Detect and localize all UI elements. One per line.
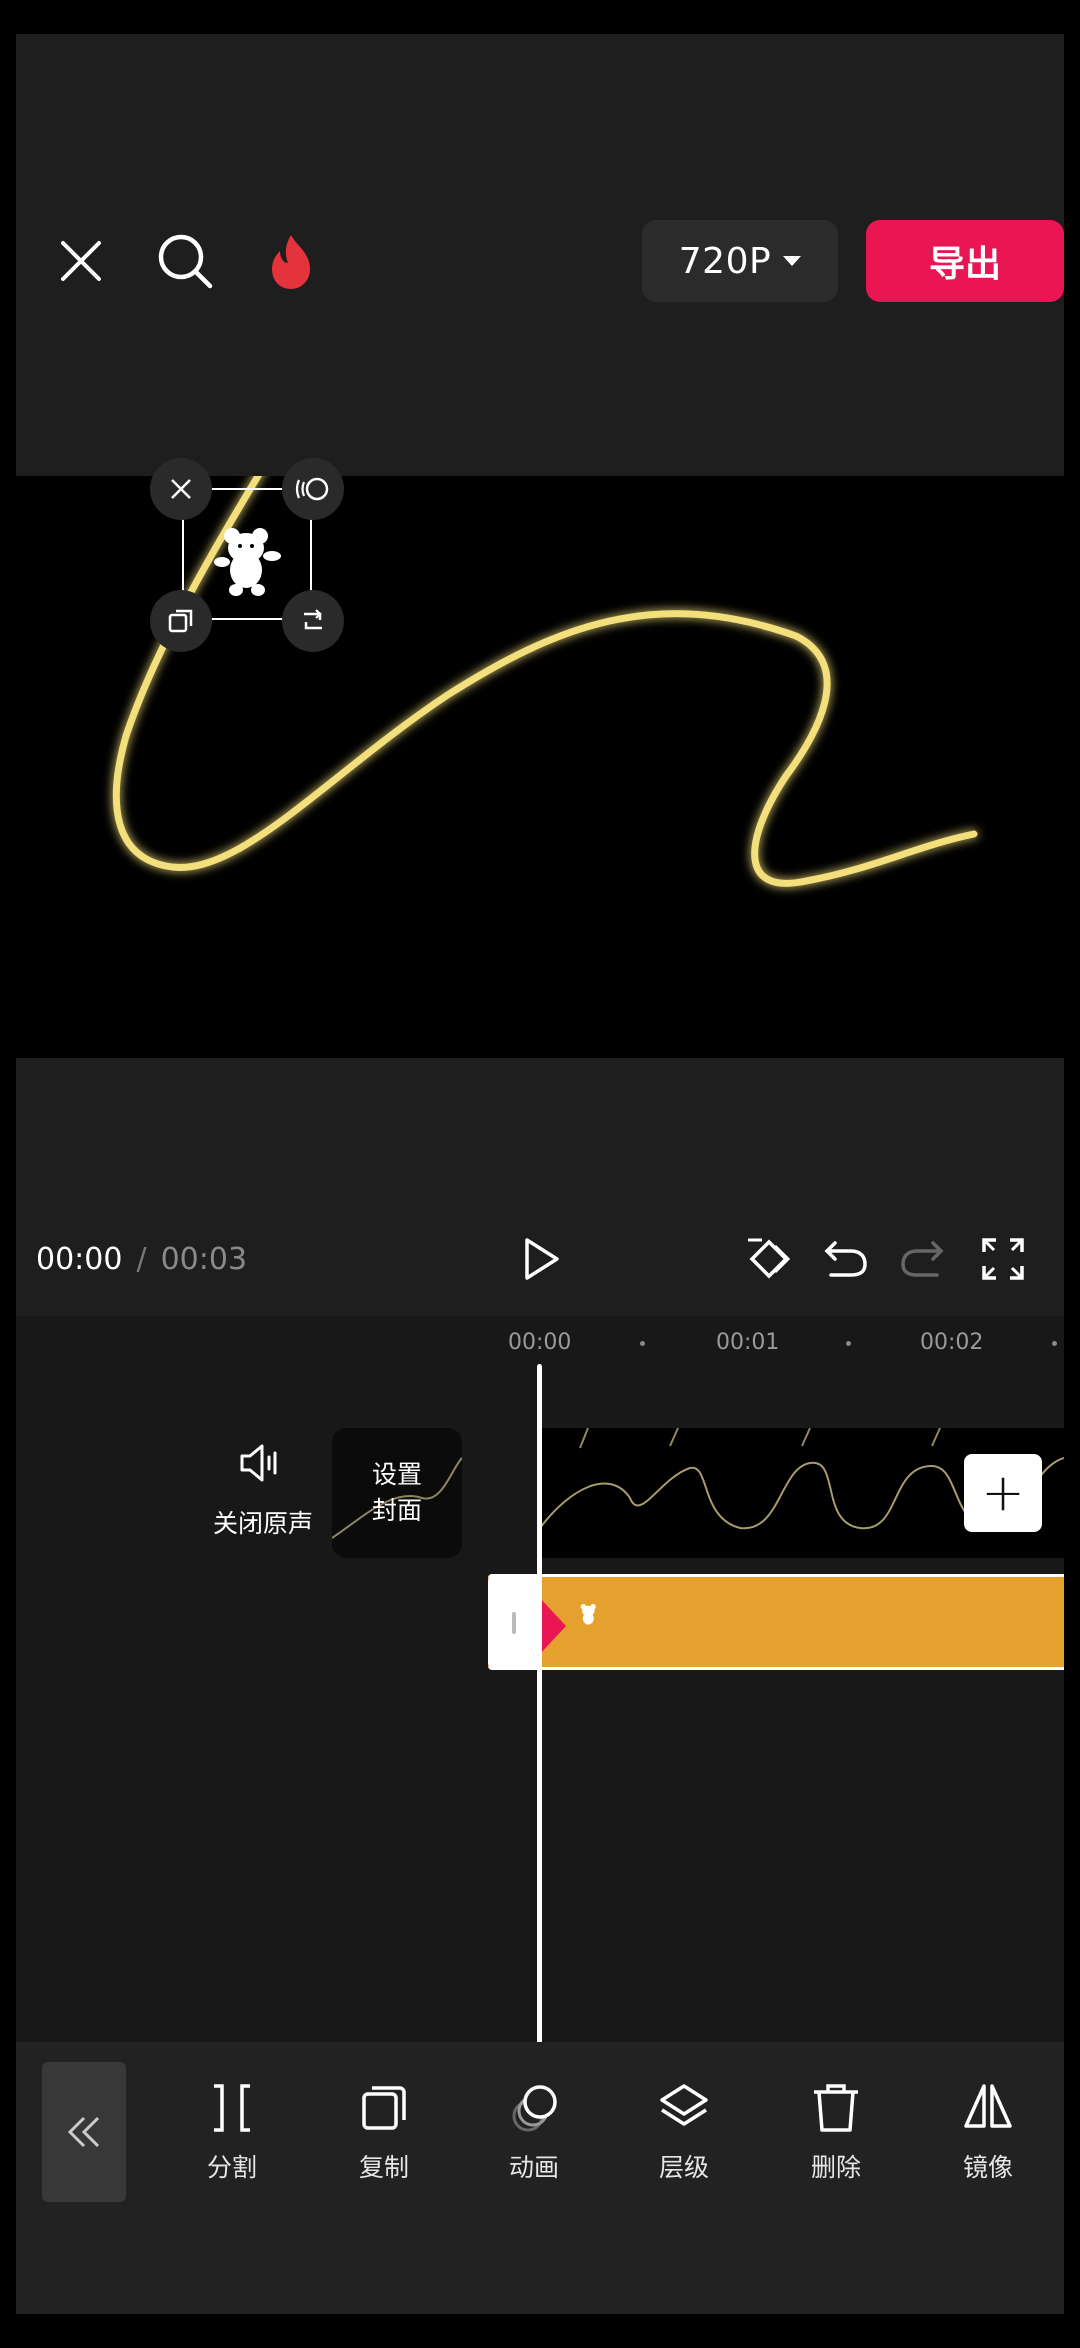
add-clip-button[interactable]: + <box>964 1454 1042 1532</box>
hot-button[interactable] <box>246 216 336 306</box>
time-separator: / <box>136 1242 147 1277</box>
ruler-mark: 00:01 <box>716 1330 780 1355</box>
delete-icon <box>814 2084 858 2132</box>
motion-icon <box>295 477 329 501</box>
ruler-dot <box>640 1341 645 1346</box>
playhead[interactable] <box>537 1364 542 2070</box>
preview-canvas <box>112 462 978 887</box>
sticker-remove-handle[interactable] <box>150 458 212 520</box>
collapse-toolbar-button[interactable] <box>42 2062 126 2202</box>
handle-grip <box>512 1612 516 1634</box>
speaker-icon <box>240 1444 277 1482</box>
video-preview[interactable] <box>16 462 1064 1058</box>
rotate-icon <box>304 609 322 630</box>
ruler-mark: 00:00 <box>508 1330 572 1355</box>
mute-audio-button[interactable] <box>236 1440 286 1490</box>
chevron-down-icon <box>783 256 802 266</box>
resolution-value: 720P <box>678 240 772 282</box>
tool-mirror[interactable]: 镜像 <box>928 2080 1048 2200</box>
track-sticker-thumb <box>576 1602 602 1632</box>
export-label: 导出 <box>928 244 1001 285</box>
tool-animation[interactable]: 动画 <box>474 2080 594 2200</box>
tool-label: 动画 <box>508 2153 559 2182</box>
fullscreen-icon <box>982 1238 1024 1280</box>
total-time: 00:03 <box>160 1242 248 1277</box>
copy-icon <box>168 609 193 633</box>
top-bar: 720P 导出 <box>16 34 1064 474</box>
tool-copy[interactable]: 复制 <box>324 2080 444 2200</box>
split-icon <box>214 2084 250 2132</box>
keyframe-marker[interactable] <box>540 1598 566 1654</box>
cover-label-line1: 设置 <box>371 1460 422 1489</box>
tool-label: 删除 <box>810 2153 861 2182</box>
close-icon <box>171 479 191 499</box>
current-time: 00:00 <box>36 1242 123 1277</box>
close-button[interactable] <box>36 216 126 306</box>
undo-icon <box>824 1241 867 1277</box>
tool-label: 镜像 <box>962 2153 1013 2182</box>
fullscreen-button[interactable] <box>958 1214 1048 1304</box>
play-icon <box>525 1238 559 1280</box>
clip-trim-handle[interactable] <box>488 1574 542 1670</box>
resolution-dropdown[interactable]: 720P <box>642 220 838 302</box>
mute-audio-label[interactable]: 关闭原声 <box>188 1504 338 1540</box>
tool-split[interactable]: 分割 <box>172 2080 292 2200</box>
export-button[interactable]: 导出 <box>866 220 1064 302</box>
sticker-track-clip[interactable] <box>488 1574 1064 1670</box>
set-cover-button[interactable]: 设置 封面 <box>332 1428 462 1558</box>
close-icon <box>61 241 101 281</box>
keyframe-icon <box>748 1238 791 1279</box>
redo-button[interactable] <box>878 1214 968 1304</box>
plus-icon: + <box>981 1463 1025 1523</box>
search-icon <box>158 234 213 289</box>
bear-sticker-icon <box>580 1604 596 1625</box>
flame-icon <box>272 235 310 289</box>
layers-icon <box>660 2084 708 2126</box>
tool-label: 分割 <box>206 2153 257 2182</box>
copy-icon <box>362 2086 406 2130</box>
sticker-duplicate-handle[interactable] <box>150 590 212 652</box>
tool-delete[interactable]: 删除 <box>776 2080 896 2200</box>
tool-layers[interactable]: 层级 <box>624 2080 744 2200</box>
tool-label: 层级 <box>658 2153 709 2182</box>
double-chevron-left-icon <box>67 2116 100 2148</box>
redo-icon <box>901 1241 944 1277</box>
timecode: 00:00 / 00:03 <box>36 1242 247 1277</box>
play-button[interactable] <box>496 1214 586 1304</box>
sticker-animate-handle[interactable] <box>282 458 344 520</box>
ruler-mark: 00:02 <box>920 1330 984 1355</box>
bear-sticker-icon <box>214 528 281 596</box>
undo-button[interactable] <box>800 1214 890 1304</box>
ruler-dot <box>1052 1341 1057 1346</box>
bear-sticker[interactable] <box>210 522 286 602</box>
sticker-rotate-scale-handle[interactable] <box>282 590 344 652</box>
ruler-dot <box>846 1341 851 1346</box>
search-button[interactable] <box>140 216 230 306</box>
tool-label: 复制 <box>358 2153 409 2182</box>
cover-label-line2: 封面 <box>371 1496 422 1525</box>
animation-icon <box>512 2085 557 2132</box>
mirror-icon <box>964 2084 1012 2128</box>
